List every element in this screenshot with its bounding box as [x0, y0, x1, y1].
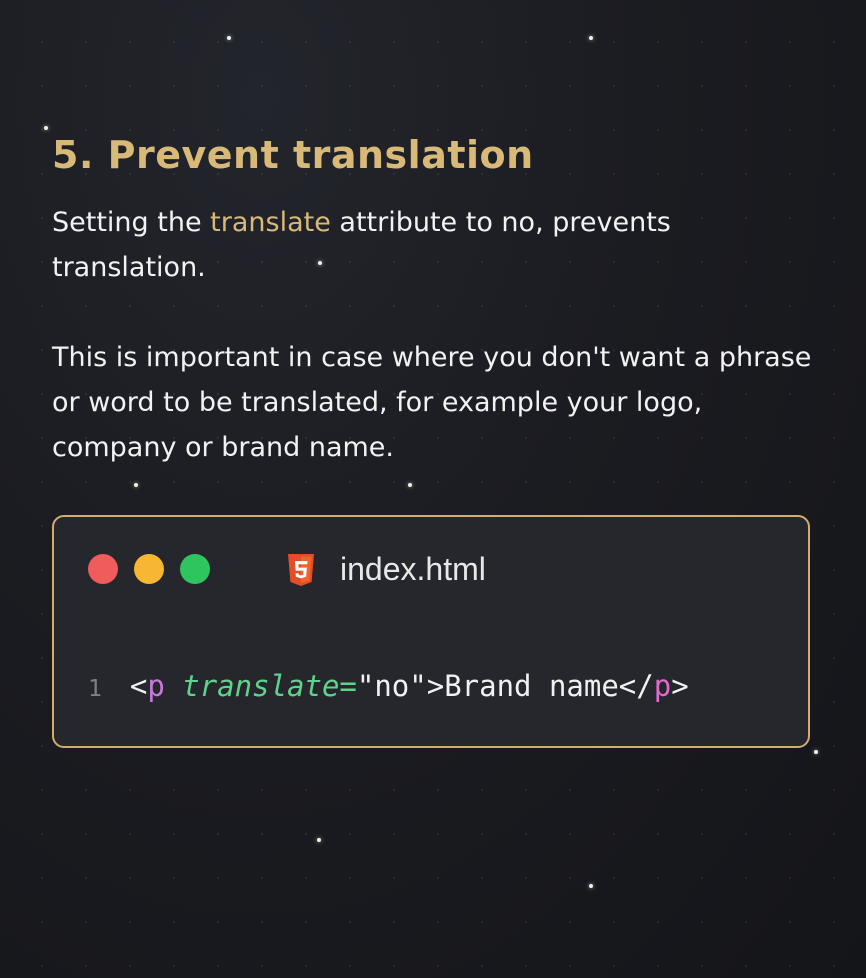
star-decoration — [317, 838, 321, 842]
file-name-label: index.html — [340, 551, 486, 587]
maximize-dot — [180, 554, 210, 584]
code-token-bracket: < — [129, 669, 148, 703]
section-title: 5. Prevent translation — [52, 133, 534, 177]
paragraph-text: Setting the — [52, 207, 211, 238]
code-token-string: "no" — [356, 669, 427, 703]
star-decoration — [44, 126, 48, 130]
code-line: 1 <p translate="no">Brand name</p> — [88, 669, 689, 703]
explanation-paragraph: This is important in case where you don'… — [52, 342, 812, 463]
minimize-dot — [134, 554, 164, 584]
code-token-attribute: translate — [182, 669, 340, 703]
code-token-end-tag: p — [653, 669, 672, 703]
code-token-end-bracket: </ — [618, 669, 654, 703]
star-decoration — [134, 483, 138, 487]
description-paragraph: Setting the translate attribute to no, p… — [52, 200, 812, 290]
line-number: 1 — [88, 676, 102, 702]
code-token-bracket: > — [671, 669, 689, 703]
translate-keyword: translate — [210, 207, 331, 238]
html5-icon — [288, 554, 314, 586]
close-dot — [88, 554, 118, 584]
star-decoration — [589, 36, 593, 40]
star-decoration — [227, 36, 231, 40]
code-token-bracket: > — [426, 669, 445, 703]
code-token-content: Brand name — [444, 669, 619, 703]
code-token-tag: p — [147, 669, 165, 703]
code-token-equals: = — [339, 669, 357, 703]
star-decoration — [408, 483, 412, 487]
star-decoration — [814, 750, 818, 754]
star-decoration — [589, 884, 593, 888]
code-editor-window: index.html 1 <p translate="no">Brand name… — [52, 515, 810, 748]
